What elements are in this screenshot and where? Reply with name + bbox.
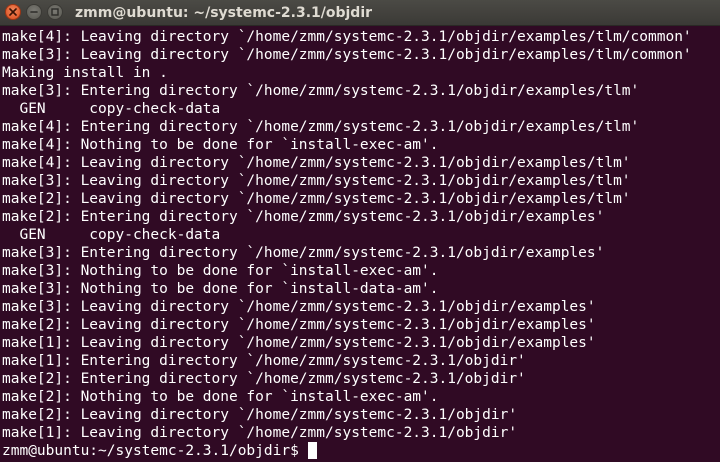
terminal-lines: make[4]: Leaving directory `/home/zmm/sy… (2, 28, 692, 460)
close-button[interactable] (5, 4, 21, 20)
terminal-line: make[2]: Nothing to be done for `install… (2, 389, 439, 405)
terminal-line: make[1]: Leaving directory `/home/zmm/sy… (2, 425, 518, 441)
title-bar[interactable]: zmm@ubuntu: ~/systemc-2.3.1/objdir (0, 0, 720, 26)
terminal-line: make[2]: Leaving directory `/home/zmm/sy… (2, 191, 631, 207)
terminal-line: make[1]: Entering directory `/home/zmm/s… (2, 353, 526, 369)
terminal-output[interactable]: make[4]: Leaving directory `/home/zmm/sy… (0, 26, 720, 462)
terminal-line: make[3]: Leaving directory `/home/zmm/sy… (2, 47, 692, 63)
terminal-line: make[4]: Nothing to be done for `install… (2, 137, 439, 153)
terminal-line: make[4]: Entering directory `/home/zmm/s… (2, 119, 640, 135)
text-cursor (307, 442, 317, 459)
minimize-button[interactable] (26, 4, 42, 20)
window-title: zmm@ubuntu: ~/systemc-2.3.1/objdir (75, 5, 373, 21)
terminal-line: GEN copy-check-data (2, 101, 221, 117)
terminal-line: make[3]: Entering directory `/home/zmm/s… (2, 83, 640, 99)
terminal-line: Making install in . (2, 65, 168, 81)
terminal-line: make[2]: Entering directory `/home/zmm/s… (2, 371, 526, 387)
terminal-line: make[2]: Leaving directory `/home/zmm/sy… (2, 407, 518, 423)
close-icon (9, 8, 17, 16)
terminal-line: make[3]: Entering directory `/home/zmm/s… (2, 245, 605, 261)
terminal-line: make[2]: Leaving directory `/home/zmm/sy… (2, 317, 596, 333)
terminal-line: make[2]: Entering directory `/home/zmm/s… (2, 209, 605, 225)
terminal-window: zmm@ubuntu: ~/systemc-2.3.1/objdir make[… (0, 0, 720, 462)
command-prompt[interactable]: zmm@ubuntu:~/systemc-2.3.1/objdir$ (2, 442, 692, 460)
terminal-line: make[4]: Leaving directory `/home/zmm/sy… (2, 29, 692, 45)
terminal-line: make[3]: Nothing to be done for `install… (2, 281, 439, 297)
terminal-line: make[3]: Nothing to be done for `install… (2, 263, 439, 279)
maximize-button[interactable] (47, 4, 63, 20)
terminal-line: make[3]: Leaving directory `/home/zmm/sy… (2, 299, 596, 315)
terminal-line: make[3]: Leaving directory `/home/zmm/sy… (2, 173, 631, 189)
terminal-line: make[1]: Leaving directory `/home/zmm/sy… (2, 335, 596, 351)
maximize-icon (51, 8, 59, 16)
minimize-icon (30, 8, 38, 16)
terminal-line: make[4]: Leaving directory `/home/zmm/sy… (2, 155, 631, 171)
prompt-text: zmm@ubuntu:~/systemc-2.3.1/objdir$ (2, 443, 299, 459)
terminal-line: GEN copy-check-data (2, 227, 221, 243)
